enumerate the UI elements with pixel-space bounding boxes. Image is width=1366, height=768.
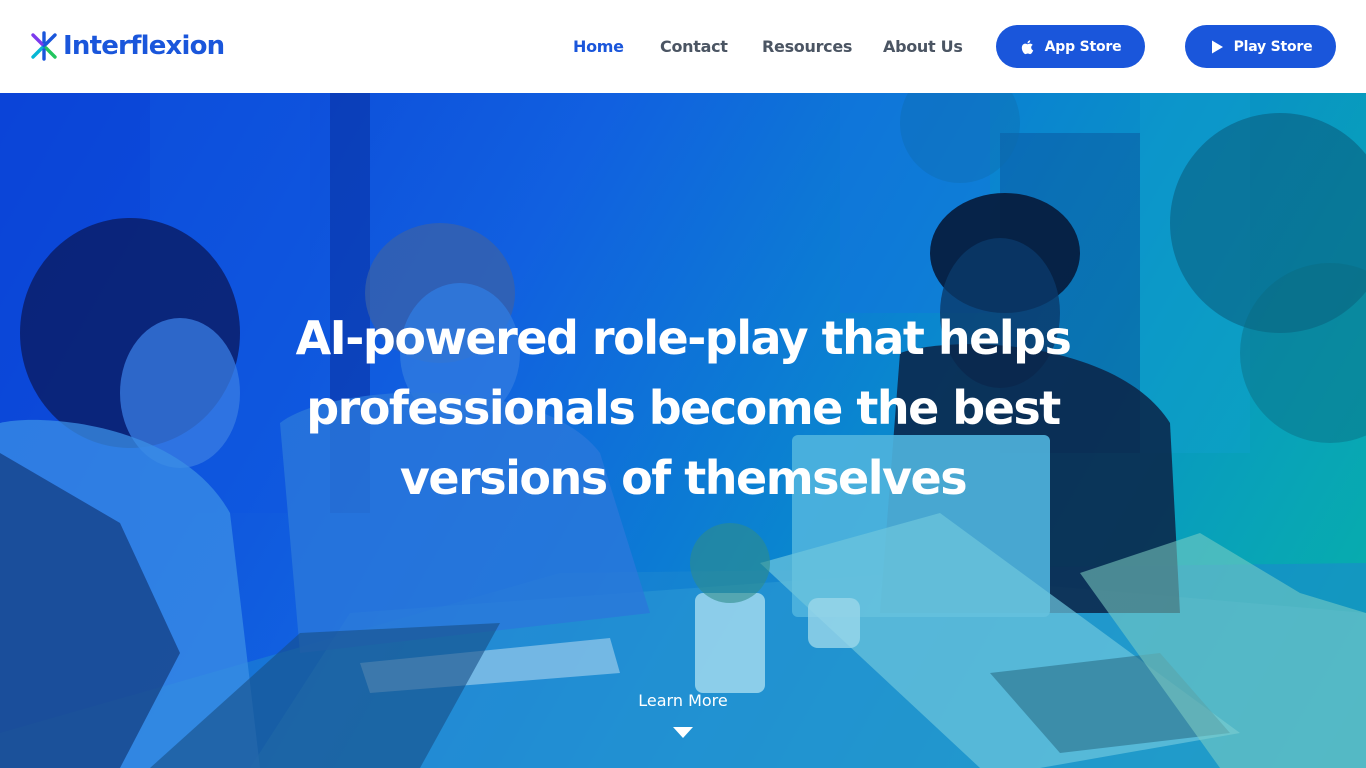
app-store-button[interactable]: App Store bbox=[996, 25, 1145, 68]
caret-down-icon[interactable] bbox=[673, 727, 693, 739]
brand-name: Interflexion bbox=[63, 31, 225, 61]
play-store-button[interactable]: Play Store bbox=[1185, 25, 1336, 68]
play-icon bbox=[1211, 40, 1223, 53]
nav-contact-link[interactable]: Contact bbox=[660, 36, 728, 58]
play-store-label: Play Store bbox=[1233, 38, 1313, 55]
hero-section: AI-powered role-play that helps professi… bbox=[0, 93, 1366, 768]
app-store-label: App Store bbox=[1044, 38, 1122, 55]
interflexion-logo-icon bbox=[31, 31, 57, 61]
nav-resources-link[interactable]: Resources bbox=[762, 36, 852, 58]
site-header: Interflexion Home Contact Resources Abou… bbox=[0, 0, 1366, 93]
brand-logo[interactable]: Interflexion bbox=[30, 30, 225, 62]
apple-icon bbox=[1021, 39, 1033, 54]
nav-about-us-link[interactable]: About Us bbox=[883, 36, 963, 58]
nav-home-link[interactable]: Home bbox=[573, 36, 624, 58]
hero-headline: AI-powered role-play that helps professi… bbox=[295, 311, 1072, 505]
learn-more-link[interactable]: Learn More bbox=[583, 690, 783, 712]
